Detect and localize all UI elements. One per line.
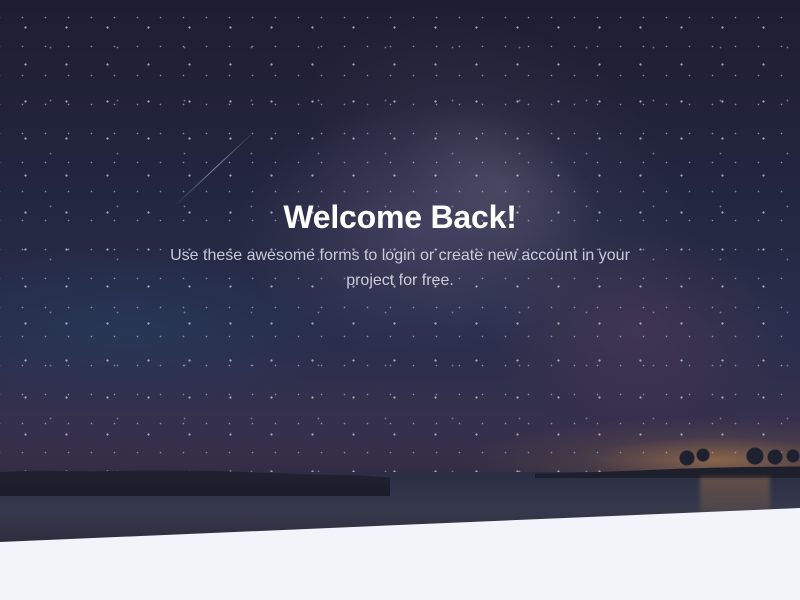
page: Welcome Back! Use these awesome forms to…: [0, 0, 800, 600]
hero-section: Welcome Back! Use these awesome forms to…: [0, 0, 800, 560]
hero-content: Welcome Back! Use these awesome forms to…: [150, 196, 650, 293]
page-subtitle: Use these awesome forms to login or crea…: [170, 247, 630, 289]
page-title: Welcome Back!: [283, 199, 517, 235]
